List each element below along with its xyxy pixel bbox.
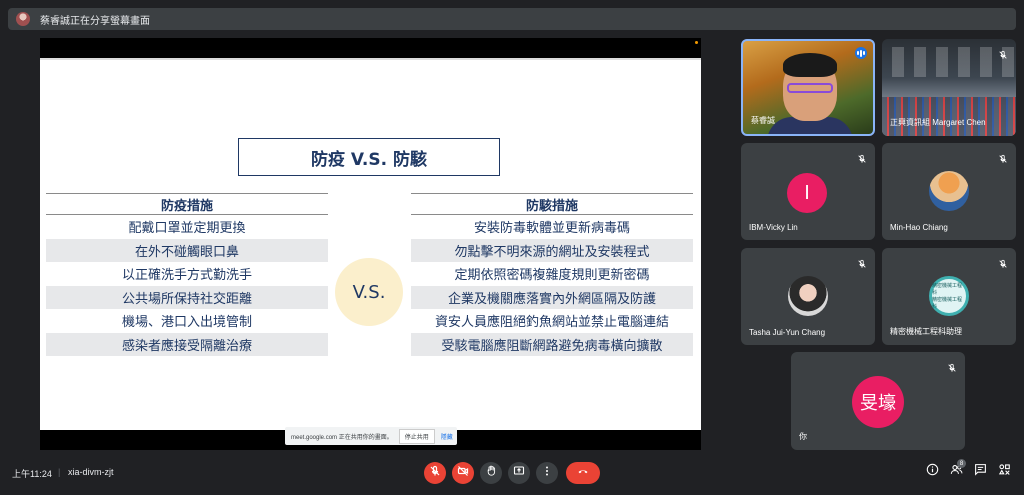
ceiling-lights	[882, 47, 1016, 77]
list-item: 安裝防毒軟體並更新病毒碼	[473, 221, 630, 237]
slide-top-divider	[40, 58, 701, 60]
logo-text: 精密機械工程科	[932, 297, 963, 310]
person-glasses	[787, 83, 833, 93]
more-vert-icon	[541, 464, 553, 482]
list-item: 定期依照密碼複雜度規則更新密碼	[454, 268, 650, 284]
mic-off-icon	[947, 360, 957, 372]
list: 安裝防毒軟體並更新病毒碼 勿點擊不明來源的網址及安裝程式 定期依照密碼複雜度規則…	[411, 215, 693, 356]
share-banner-text: meet.google.com 正在共用你的畫面。	[291, 434, 393, 441]
column-header: 防疫措施	[46, 193, 328, 215]
logo-text: 精密機械工程科	[932, 283, 963, 296]
divider: |	[58, 467, 61, 477]
people-count-badge: 8	[957, 459, 966, 468]
mic-off-icon	[857, 256, 867, 268]
leave-call-button[interactable]	[566, 462, 600, 484]
list-item: 在外不碰觸眼口鼻	[46, 238, 328, 262]
presenter-avatar-icon	[16, 12, 30, 26]
mic-off-icon	[998, 256, 1008, 268]
list-item: 以正確洗手方式勤洗手	[121, 268, 252, 284]
participant-name: 精密機械工程科助理	[890, 327, 962, 336]
list-item: 機場、港口入出境管制	[121, 315, 252, 331]
chat-icon	[974, 463, 987, 481]
list-item: 資安人員應阻絕釣魚網站並禁止電腦連結	[434, 315, 669, 331]
hacking-measures-column: 防駭措施 安裝防毒軟體並更新病毒碼 勿點擊不明來源的網址及安裝程式 定期依照密碼…	[411, 193, 693, 356]
vs-badge: V.S.	[335, 258, 403, 326]
avatar	[788, 276, 828, 316]
recording-dot-icon	[695, 41, 698, 44]
mic-off-icon	[857, 151, 867, 163]
participant-tile-presenter[interactable]: 蔡睿誠	[741, 39, 875, 136]
sharing-text: 蔡睿誠正在分享螢幕畫面	[40, 15, 150, 27]
participant-tile-assistant[interactable]: 精密機械工程科 精密機械工程科 精密機械工程科助理	[882, 248, 1016, 345]
speaking-indicator-icon	[855, 47, 867, 59]
list-item: 受駭電腦應阻斷網路避免病毒橫向擴散	[411, 332, 693, 356]
hide-banner-button[interactable]: 隱藏	[441, 432, 453, 441]
mic-off-icon	[429, 464, 441, 482]
list: 配戴口罩並定期更換 在外不碰觸眼口鼻 以正確洗手方式勤洗手 公共場所保持社交距離…	[46, 215, 328, 356]
info-icon	[926, 463, 939, 481]
participant-tile-tasha[interactable]: Tasha Jui-Yun Chang	[741, 248, 875, 345]
raise-hand-button[interactable]	[480, 462, 502, 484]
participant-tile-self[interactable]: 旻壕 你	[791, 352, 965, 450]
participant-name: 蔡睿誠	[751, 116, 775, 125]
participant-name: 你	[799, 432, 807, 441]
camera-off-icon	[457, 464, 469, 482]
person-hair	[783, 53, 837, 77]
list-item: 感染者應接受隔離治療	[46, 332, 328, 356]
avatar: 精密機械工程科 精密機械工程科	[929, 276, 969, 316]
screen-sharing-bar: 蔡睿誠正在分享螢幕畫面	[8, 8, 1016, 30]
camera-toggle-button[interactable]	[452, 462, 474, 484]
participant-tile-vicky[interactable]: I IBM-Vicky Lin	[741, 143, 875, 240]
list-item: 公共場所保持社交距離	[46, 285, 328, 309]
avatar: 旻壕	[852, 376, 904, 428]
participant-tile-minhao[interactable]: Min-Hao Chiang	[882, 143, 1016, 240]
stop-sharing-button[interactable]: 停止共用	[398, 428, 435, 444]
more-options-button[interactable]	[536, 462, 558, 484]
mic-off-icon	[998, 47, 1008, 59]
participant-tile-classroom[interactable]: 正興資訊組 Margaret Chen	[882, 39, 1016, 136]
share-notification-banner: meet.google.com 正在共用你的畫面。 停止共用 隱藏	[285, 427, 457, 445]
activities-icon	[998, 463, 1011, 481]
list-item: 企業及機關應落實內外網區隔及防護	[411, 285, 693, 309]
participant-name: Min-Hao Chiang	[890, 223, 948, 232]
meeting-info-button[interactable]	[924, 463, 940, 481]
current-time: 上午11:24	[12, 469, 52, 479]
slide-title: 防疫 V.S. 防駭	[238, 138, 500, 176]
presentation-slide: 防疫 V.S. 防駭 防疫措施 配戴口罩並定期更換 在外不碰觸眼口鼻 以正確洗手…	[40, 58, 701, 430]
chat-button[interactable]	[972, 464, 988, 480]
hand-icon	[485, 464, 497, 482]
avatar	[929, 171, 969, 211]
mic-off-icon	[998, 151, 1008, 163]
participant-name: 正興資訊組 Margaret Chen	[890, 118, 986, 127]
hang-up-icon	[577, 464, 589, 482]
avatar: I	[787, 173, 827, 213]
list-item: 配戴口罩並定期更換	[128, 221, 246, 237]
meeting-code: xia-divm-zjt	[68, 467, 114, 477]
present-screen-button[interactable]	[508, 462, 530, 484]
presentation-stage: 防疫 V.S. 防駭 防疫措施 配戴口罩並定期更換 在外不碰觸眼口鼻 以正確洗手…	[40, 38, 701, 450]
mic-toggle-button[interactable]	[424, 462, 446, 484]
column-header: 防駭措施	[411, 193, 693, 215]
participant-name: IBM-Vicky Lin	[749, 223, 798, 232]
activities-button[interactable]	[996, 464, 1012, 480]
list-item: 勿點擊不明來源的網址及安裝程式	[411, 238, 693, 262]
epidemic-measures-column: 防疫措施 配戴口罩並定期更換 在外不碰觸眼口鼻 以正確洗手方式勤洗手 公共場所保…	[46, 193, 328, 356]
present-icon	[513, 464, 525, 482]
participant-name: Tasha Jui-Yun Chang	[749, 328, 826, 337]
